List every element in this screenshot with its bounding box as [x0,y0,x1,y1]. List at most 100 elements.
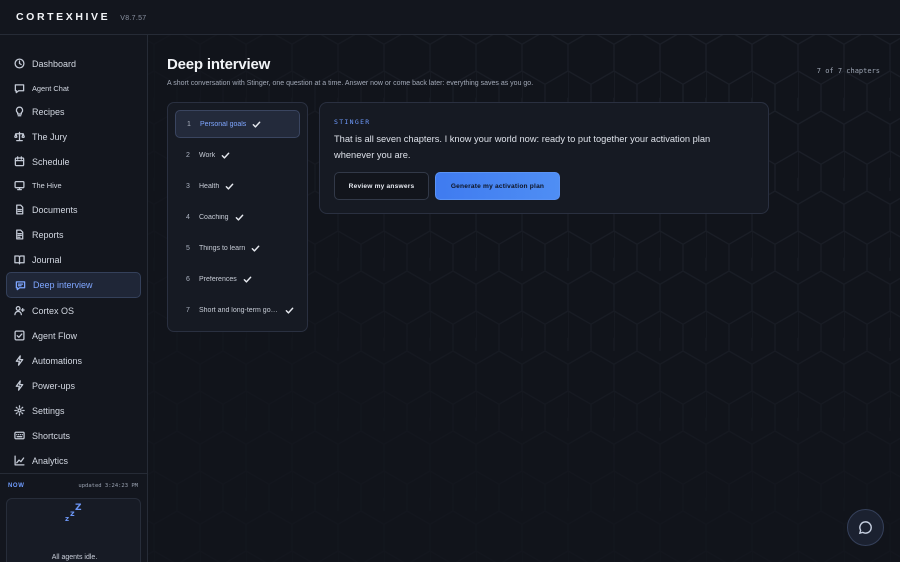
chapter-list: 1 Personal goals 2 Work 3 Health 4 Coach… [167,102,308,332]
bulb-icon [14,106,25,117]
sidebar-item-cortex-os[interactable]: Cortex OS [6,298,141,323]
sidebar-item-reports[interactable]: Reports [6,222,141,247]
sidebar-item-dashboard[interactable]: Dashboard [6,51,141,76]
monitor-icon [14,180,25,191]
chapter-number: 3 [186,182,190,190]
report-icon [14,229,25,240]
chapter-number: 5 [186,244,190,252]
chapter-progress: 7 of 7 chapters [816,67,880,75]
check-icon [225,182,234,191]
chapter-label: Coaching [199,213,229,221]
chapter-label: Personal goals [200,120,247,128]
flow-icon [14,330,25,341]
sidebar-item-agent-chat[interactable]: Agent Chat [6,76,141,101]
book-icon [14,254,25,265]
sidebar-item-journal[interactable]: Journal [6,247,141,272]
sidebar-item-settings[interactable]: Settings [6,398,141,423]
check-icon [251,244,260,253]
sidebar-item-label: Shortcuts [32,430,71,441]
chapter-label: Health [199,182,220,190]
chart-icon [14,455,25,466]
agent-status-card: z z Z All agents idle. [6,498,141,562]
sidebar-item-the-hive[interactable]: The Hive [6,173,141,198]
check-icon [243,275,252,284]
review-answers-button[interactable]: Review my answers [334,172,429,200]
speaker-label: STINGER [334,118,371,126]
chat-launcher-button[interactable] [847,509,884,546]
sidebar-item-schedule[interactable]: Schedule [6,149,141,174]
main-content: Deep interview A short conversation with… [148,35,900,562]
chapter-item-short-and-long-term-goals[interactable]: 7 Short and long-term goals [175,296,300,324]
calendar-icon [14,156,25,167]
page-subtitle: A short conversation with Stinger, one q… [167,80,534,87]
chat-icon [14,83,25,94]
check-icon [252,120,261,129]
sidebar-item-documents[interactable]: Documents [6,197,141,222]
sidebar-item-agent-flow[interactable]: Agent Flow [6,323,141,348]
chapter-label: Work [199,151,216,159]
chapter-number: 2 [186,151,190,159]
sidebar-item-automations[interactable]: Automations [6,348,141,373]
generate-activation-plan-button[interactable]: Generate my activation plan [435,172,560,200]
sidebar-item-label: Power-ups [32,380,76,391]
bolt-icon [14,355,25,366]
sidebar-item-label: Automations [32,355,83,366]
chapter-label: Short and long-term goals [199,306,279,314]
chapter-label: Things to learn [199,244,246,252]
check-icon [235,213,244,222]
sidebar-item-power-ups[interactable]: Power-ups [6,373,141,398]
check-icon [221,151,230,160]
sidebar-item-label: Agent Chat [32,84,69,93]
chapter-item-personal-goals[interactable]: 1 Personal goals [175,110,300,138]
chapter-item-coaching[interactable]: 4 Coaching [175,203,300,231]
sidebar-item-analytics[interactable]: Analytics [6,448,141,473]
chapter-item-things-to-learn[interactable]: 5 Things to learn [175,234,300,262]
chapter-number: 7 [186,306,190,314]
keyboard-icon [14,430,25,441]
sidebar-item-label: Agent Flow [32,330,78,341]
sidebar-item-label: The Hive [32,181,62,190]
chat-bubble-icon [858,520,873,535]
version-label: V8.7.57 [120,14,147,22]
sidebar-item-label: Dashboard [32,58,77,69]
now-label: NOW [8,483,25,489]
sidebar-item-label: Settings [32,405,65,416]
gear-icon [14,405,25,416]
chapter-item-preferences[interactable]: 6 Preferences [175,265,300,293]
sidebar-item-label: Journal [32,254,62,265]
page-title: Deep interview [167,56,271,73]
sidebar-item-label: Schedule [32,156,70,167]
now-panel: NOW updated 3:24:23 PM z z Z All agents … [0,473,148,562]
chapter-item-work[interactable]: 2 Work [175,141,300,169]
sidebar-item-label: Cortex OS [32,305,75,316]
sidebar-item-recipes[interactable]: Recipes [6,99,141,124]
chapter-item-health[interactable]: 3 Health [175,172,300,200]
sidebar-item-shortcuts[interactable]: Shortcuts [6,423,141,448]
check-icon [285,306,294,315]
chapter-number: 6 [186,275,190,283]
sidebar-item-deep-interview[interactable]: Deep interview [6,272,141,298]
sidebar-item-label: The Jury [32,131,68,142]
sidebar-item-label: Documents [32,204,78,215]
interview-message-card: STINGER That is all seven chapters. I kn… [319,102,769,214]
brand-logo[interactable]: CORTEXHIVE [16,11,110,23]
message-icon [15,280,26,291]
chapter-number: 4 [186,213,190,221]
scales-icon [14,131,25,142]
document-icon [14,204,25,215]
interviewer-message: That is all seven chapters. I know your … [334,134,711,160]
chapter-label: Preferences [199,275,237,283]
top-bar: CORTEXHIVE V8.7.57 [0,0,900,35]
updated-timestamp: updated 3:24:23 PM [78,483,138,489]
sidebar-item-label: Analytics [32,455,69,466]
clock-icon [14,58,25,69]
idle-status-text: All agents idle. [51,554,98,561]
sidebar-item-the-jury[interactable]: The Jury [6,124,141,149]
sidebar-item-label: Reports [32,229,64,240]
chapter-number: 1 [187,120,191,128]
sidebar-item-label: Deep interview [33,280,93,290]
sidebar-item-label: Recipes [32,106,65,117]
sidebar: Dashboard Agent Chat Recipes The Jury Sc… [0,35,148,562]
user-plus-icon [14,305,25,316]
zap-icon [14,380,25,391]
